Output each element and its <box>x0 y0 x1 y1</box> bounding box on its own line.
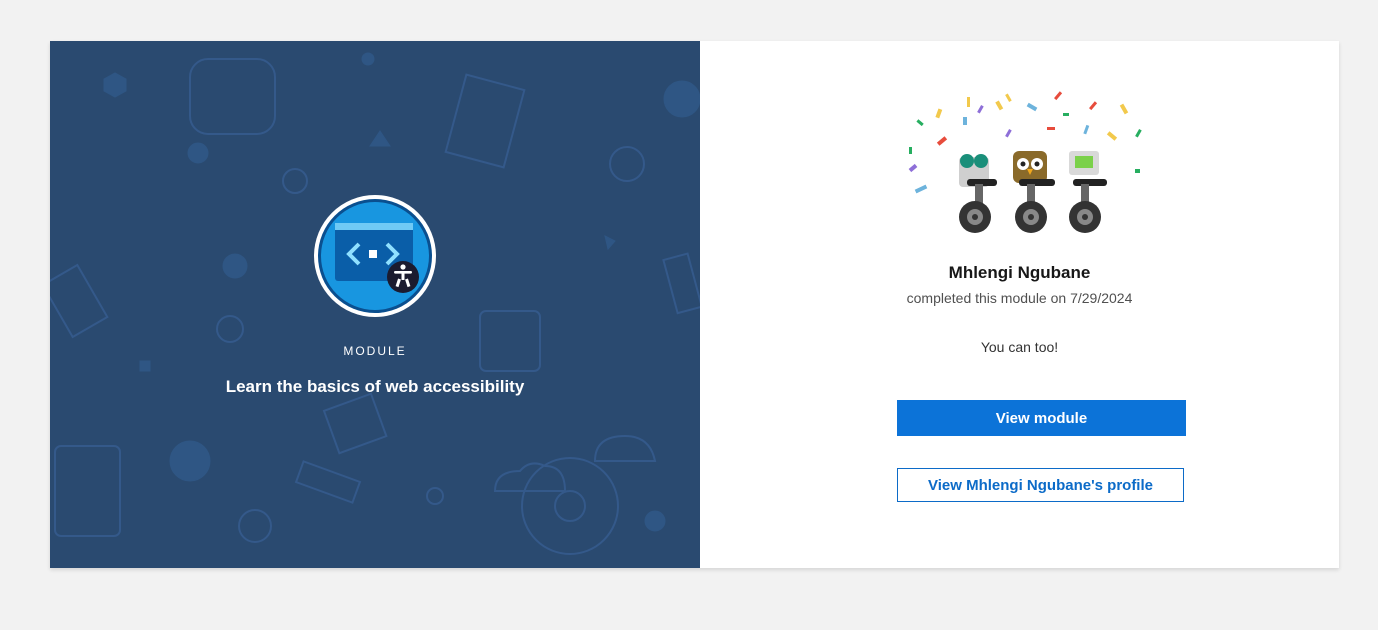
module-title: Learn the basics of web accessibility <box>225 377 525 396</box>
completion-panel: Mhlengi Ngubane completed this module on… <box>700 41 1339 568</box>
view-profile-button[interactable]: View Mhlengi Ngubane's profile <box>897 468 1184 502</box>
encouragement-text: You can too! <box>980 339 1059 355</box>
user-name: Mhlengi Ngubane <box>948 263 1091 282</box>
module-panel: MODULE Learn the basics of web accessibi… <box>50 41 700 568</box>
celebration-robots-illustration <box>908 91 1142 233</box>
completion-date-text: completed this module on 7/29/2024 <box>906 290 1133 306</box>
achievement-card: MODULE Learn the basics of web accessibi… <box>50 41 1339 568</box>
view-module-button[interactable]: View module <box>897 400 1186 436</box>
module-label: MODULE <box>343 344 407 358</box>
module-badge <box>314 195 436 317</box>
